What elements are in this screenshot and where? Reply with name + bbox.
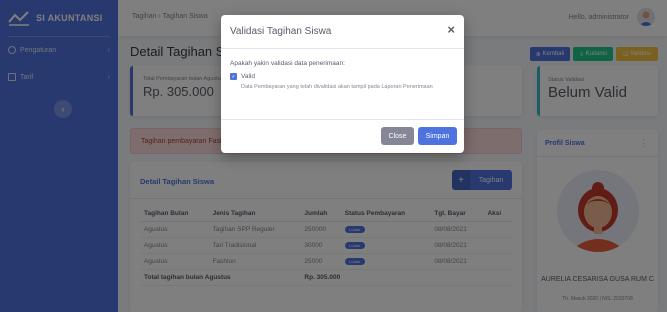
- valid-checkbox-label: Valid: [241, 73, 255, 80]
- valid-checkbox[interactable]: ✓: [230, 73, 237, 80]
- close-icon[interactable]: ×: [447, 22, 455, 37]
- close-button[interactable]: Close: [381, 127, 414, 145]
- valid-checkbox-row[interactable]: ✓ Valid: [230, 73, 255, 80]
- divider: [221, 119, 464, 120]
- valid-help-text: Data Pembayaran yang telah divalidasi ak…: [241, 84, 433, 90]
- modal-question: Apakah yakin validasi data penerimaan:: [230, 60, 345, 67]
- divider: [221, 48, 464, 49]
- modal-title: Validasi Tagihan Siswa: [230, 26, 332, 37]
- save-button[interactable]: Simpan: [418, 127, 457, 145]
